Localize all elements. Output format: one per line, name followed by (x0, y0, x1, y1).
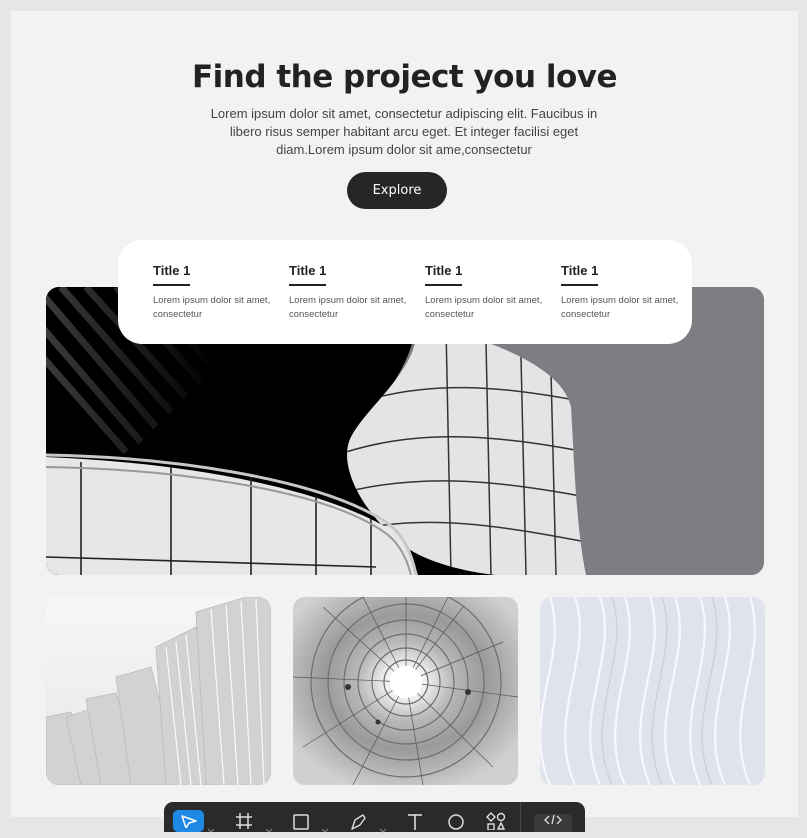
frame-tool-icon[interactable] (233, 810, 255, 832)
feature-title: Title 1 (561, 263, 599, 286)
feature-title: Title 1 (153, 263, 191, 286)
feature-title: Title 1 (425, 263, 463, 286)
feature-item: Title 1 Lorem ipsum dolor sit amet, cons… (153, 262, 273, 322)
move-tool-icon[interactable] (173, 810, 204, 832)
feature-item: Title 1 Lorem ipsum dolor sit amet, cons… (425, 262, 545, 322)
features-card: Title 1 Lorem ipsum dolor sit amet, cons… (118, 240, 692, 344)
components-tool-icon[interactable] (485, 810, 507, 832)
chevron-down-icon[interactable] (265, 820, 273, 833)
toolbar-divider (520, 802, 521, 832)
feature-item: Title 1 Lorem ipsum dolor sit amet, cons… (561, 262, 681, 322)
explore-button[interactable]: Explore (347, 172, 447, 209)
gallery-image-white-fins (46, 597, 271, 785)
chevron-down-icon[interactable] (321, 820, 329, 833)
code-icon[interactable] (534, 814, 572, 832)
feature-description: Lorem ipsum dolor sit amet, consectetur (153, 295, 271, 320)
hero-title: Find the project you love (192, 59, 618, 95)
pen-tool-icon[interactable] (347, 810, 369, 832)
chevron-down-icon[interactable] (379, 820, 387, 833)
feature-title: Title 1 (289, 263, 327, 286)
feature-description: Lorem ipsum dolor sit amet, consectetur (425, 295, 543, 320)
design-toolbar (164, 802, 585, 833)
feature-description: Lorem ipsum dolor sit amet, consectetur (289, 295, 407, 320)
gallery-image-wave-lines (540, 597, 765, 785)
hero-description: Lorem ipsum dolor sit amet, consectetur … (210, 106, 598, 157)
text-tool-icon[interactable] (404, 810, 426, 832)
feature-description: Lorem ipsum dolor sit amet, consectetur (561, 295, 679, 320)
ellipse-tool-icon[interactable] (445, 810, 467, 832)
design-canvas: Find the project you love Lorem ipsum do… (11, 11, 798, 817)
chevron-down-icon[interactable] (207, 820, 215, 833)
gallery-image-spiral-atrium (293, 597, 518, 785)
feature-item: Title 1 Lorem ipsum dolor sit amet, cons… (289, 262, 409, 322)
rectangle-tool-icon[interactable] (290, 810, 312, 832)
